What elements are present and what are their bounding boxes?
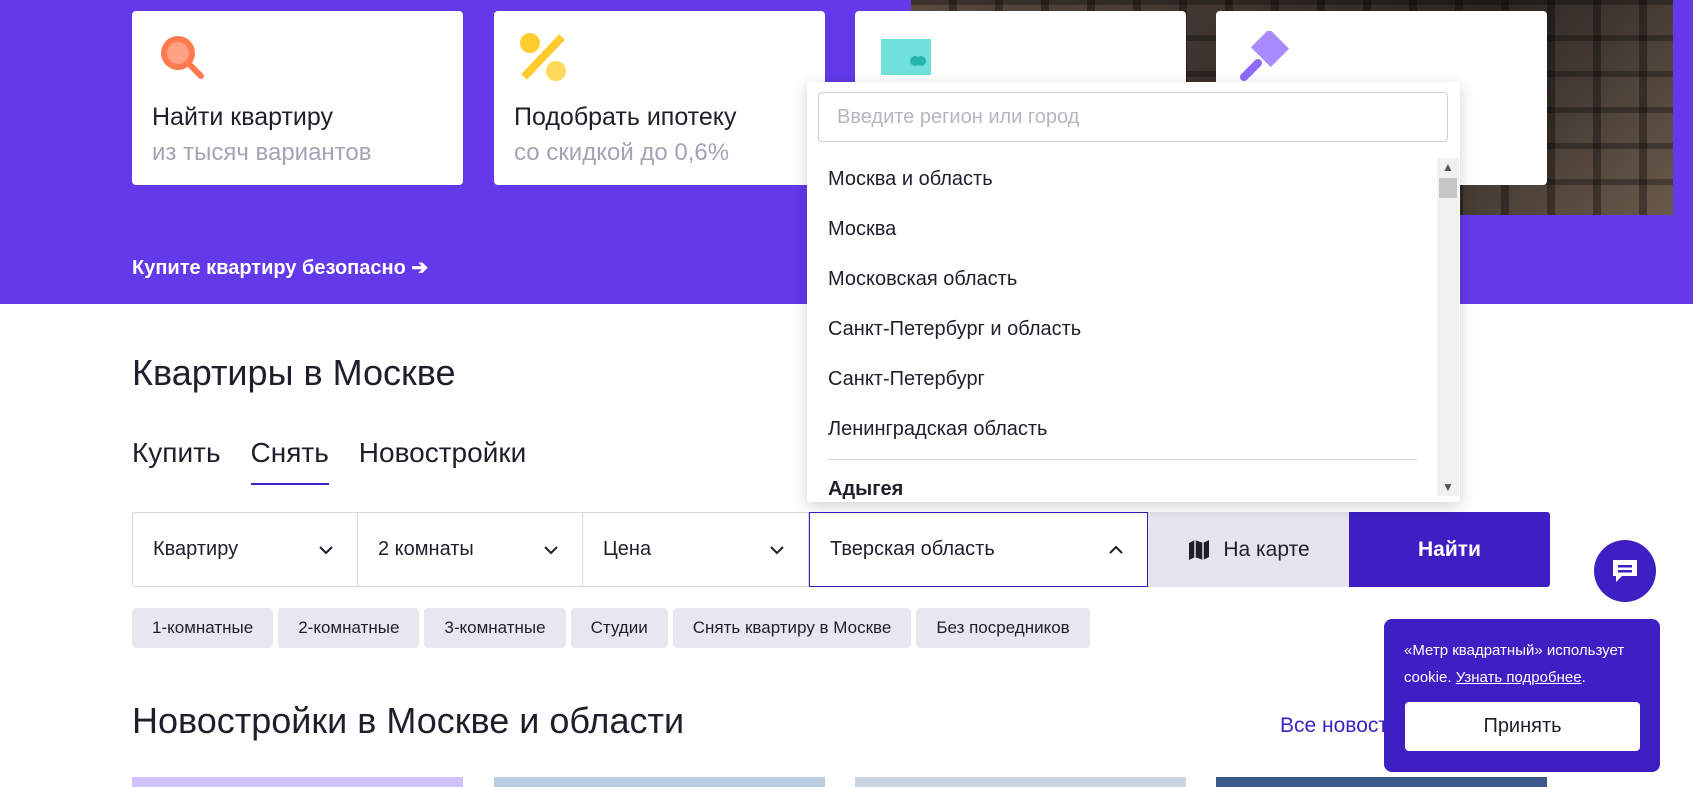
chevron-up-icon <box>1109 545 1123 554</box>
region-value: Тверская область <box>830 538 995 560</box>
scroll-up-icon[interactable]: ▲ <box>1437 158 1459 176</box>
tab-rent[interactable]: Снять <box>250 437 330 485</box>
card-subtitle: из тысяч вариантов <box>152 139 372 166</box>
region-search-input[interactable] <box>818 92 1448 142</box>
listing-thumbnail[interactable] <box>1216 777 1547 787</box>
chip-1-room[interactable]: 1-комнатные <box>132 608 274 648</box>
cookie-accept-button[interactable]: Принять <box>1405 702 1640 751</box>
price-select[interactable]: Цена <box>583 512 809 587</box>
cookie-more-link[interactable]: Узнать подробнее <box>1456 669 1582 686</box>
card-title: Подобрать ипотеку <box>514 103 737 131</box>
region-option[interactable]: Москва <box>828 218 896 241</box>
chat-icon <box>1613 560 1637 582</box>
region-option[interactable]: Санкт-Петербург и область <box>828 318 1081 341</box>
map-button-label: На карте <box>1223 537 1310 561</box>
safe-purchase-link[interactable]: Купите квартиру безопасно ➔ <box>132 255 428 280</box>
chip-rent-moscow[interactable]: Снять квартиру в Москве <box>672 608 912 648</box>
find-button[interactable]: Найти <box>1349 512 1550 587</box>
dropdown-scrollbar[interactable]: ▲ ▼ <box>1437 158 1459 496</box>
property-type-value: Квартиру <box>153 538 239 560</box>
chevron-down-icon <box>544 546 558 555</box>
chip-3-room[interactable]: 3-комнатные <box>424 608 566 648</box>
quick-filters: 1-комнатные 2-комнатные 3-комнатные Студ… <box>132 608 1090 648</box>
chat-button[interactable] <box>1594 540 1656 602</box>
region-option[interactable]: Адыгея <box>828 478 903 501</box>
listing-thumbnail[interactable] <box>494 777 825 787</box>
chip-studios[interactable]: Студии <box>570 608 668 648</box>
card-subtitle: со скидкой до 0,6% <box>514 139 730 166</box>
scrollbar-thumb[interactable] <box>1439 178 1457 198</box>
region-dropdown: Москва и область Москва Московская облас… <box>807 82 1460 502</box>
options-divider <box>828 459 1417 460</box>
rooms-value: 2 комнаты <box>378 538 474 560</box>
chip-2-room[interactable]: 2-комнатные <box>278 608 420 648</box>
card-icon <box>881 39 931 75</box>
tab-buy[interactable]: Купить <box>132 437 221 485</box>
region-option[interactable]: Ленинградская область <box>828 418 1047 441</box>
region-option[interactable]: Московская область <box>828 268 1017 291</box>
cookie-banner: «Метр квадратный» использует cookie. Узн… <box>1384 619 1660 772</box>
listing-thumbnail[interactable] <box>132 777 463 787</box>
listing-thumbnail[interactable] <box>855 777 1186 787</box>
card-find-apartment[interactable]: Найти квартиру из тысяч вариантов <box>132 11 463 185</box>
chevron-down-icon <box>770 546 784 555</box>
region-option[interactable]: Санкт-Петербург <box>828 368 985 391</box>
all-new-buildings-link[interactable]: Все новост <box>1280 714 1388 738</box>
card-title: Найти квартиру <box>152 103 334 131</box>
scroll-down-icon[interactable]: ▼ <box>1437 478 1459 496</box>
map-icon <box>1189 539 1210 560</box>
property-type-select[interactable]: Квартиру <box>132 512 358 587</box>
map-button[interactable]: На карте <box>1148 512 1349 587</box>
price-value: Цена <box>603 538 652 560</box>
region-select[interactable]: Тверская область <box>809 512 1148 587</box>
search-icon <box>161 36 204 79</box>
card-mortgage[interactable]: Подобрать ипотеку со скидкой до 0,6% <box>494 11 825 185</box>
chip-no-agents[interactable]: Без посредников <box>916 608 1090 648</box>
chevron-down-icon <box>319 546 333 555</box>
region-option[interactable]: Москва и область <box>828 168 993 191</box>
tab-new-buildings[interactable]: Новостройки <box>359 437 526 485</box>
new-buildings-title: Новостройки в Москве и области <box>132 700 685 741</box>
page-title: Квартиры в Москве <box>132 352 456 393</box>
rooms-select[interactable]: 2 комнаты <box>358 512 583 587</box>
search-filters: Квартиру 2 комнаты Цена Тверская область… <box>132 512 1550 587</box>
percent-icon <box>520 33 566 81</box>
deal-tabs: Купить Снять Новостройки <box>132 437 526 485</box>
hammer-icon <box>1240 31 1290 81</box>
